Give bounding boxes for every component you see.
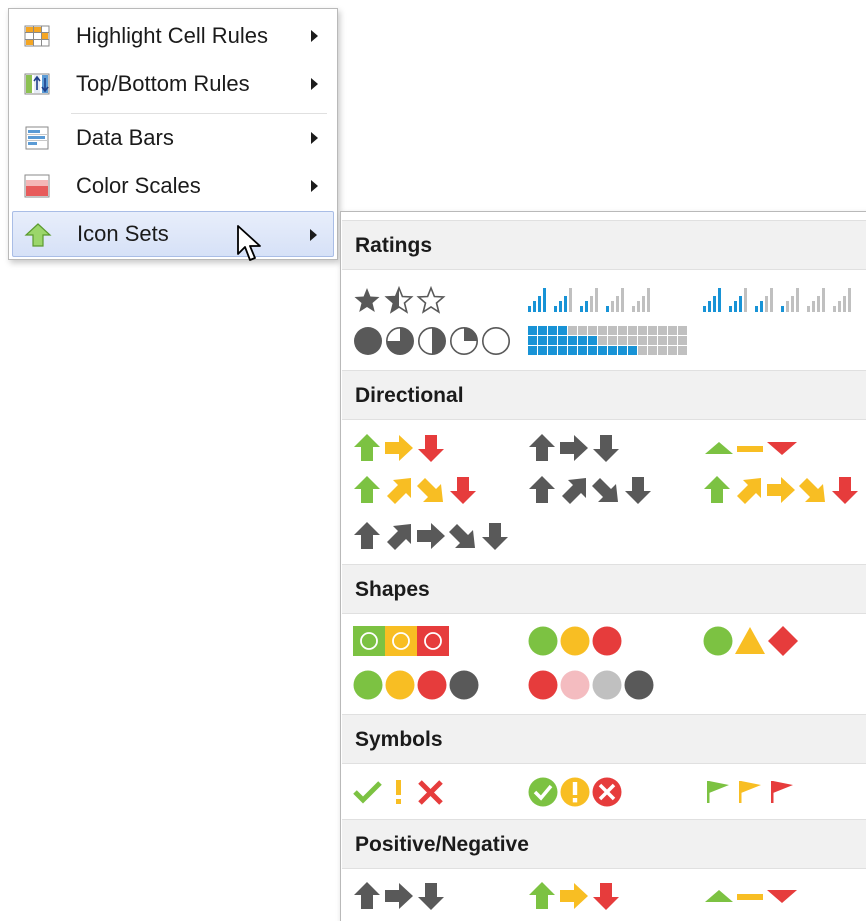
icon-set-3-traffic-lights[interactable] [528, 626, 628, 656]
group-title: Ratings [355, 234, 433, 257]
highlight-cell-rules-icon [24, 25, 50, 47]
icon-set-3-symbols-uncircled[interactable] [353, 777, 453, 807]
icon-set-5-boxes[interactable] [528, 326, 688, 356]
group-title: Positive/Negative [355, 833, 529, 856]
traffic-lights-rimmed-icon [353, 626, 449, 656]
group-header-ratings: Ratings [342, 220, 866, 270]
menu-separator [71, 113, 327, 114]
color-scales-icon [24, 174, 50, 198]
arrows-gray-icon [529, 476, 651, 504]
icon-set-5-signal-bars[interactable] [703, 284, 863, 314]
menu-item-color-scales[interactable]: Color Scales [12, 163, 334, 209]
signs-icon [703, 626, 798, 656]
arrows-colored-icon [529, 882, 619, 910]
group-header-positive-negative: Positive/Negative [342, 819, 866, 869]
arrows-colored-icon [704, 476, 858, 504]
icon-set-4-arrows-gray[interactable] [528, 475, 660, 505]
group-header-shapes: Shapes [342, 564, 866, 614]
group-title: Shapes [355, 578, 430, 601]
icon-set-3-arrows-colored[interactable] [353, 433, 453, 463]
arrows-gray-icon [529, 434, 619, 462]
group-header-directional: Directional [342, 370, 866, 420]
icon-set-3-signs[interactable] [703, 626, 803, 656]
arrows-gray-icon [354, 882, 444, 910]
traffic-lights-icon [528, 626, 622, 656]
submenu-arrow-icon [311, 132, 318, 144]
group-header-symbols: Symbols [342, 714, 866, 764]
icon-set-4-red-to-black[interactable] [528, 670, 660, 700]
icon-set-3-triangles-posneg[interactable] [703, 881, 803, 911]
menu-item-label: Highlight Cell Rules [76, 23, 268, 48]
menu-item-label: Color Scales [76, 173, 201, 198]
symbols-circled-icon [528, 777, 622, 807]
boxes-icon [528, 326, 687, 355]
icon-set-5-arrows-gray[interactable] [353, 521, 513, 551]
data-bars-icon [25, 126, 49, 150]
icon-set-3-symbols-circled[interactable] [528, 777, 628, 807]
triangles-icon [705, 442, 797, 455]
icon-set-3-stars[interactable] [353, 285, 449, 315]
signal-bars-icon [528, 288, 650, 312]
menu-item-highlight-cell-rules[interactable]: Highlight Cell Rules [12, 13, 334, 59]
top-bottom-rules-icon [24, 73, 50, 95]
mouse-cursor-icon [237, 225, 261, 261]
icon-set-3-arrows-colored-posneg[interactable] [528, 881, 628, 911]
triangles-icon [705, 890, 797, 903]
group-title: Directional [355, 384, 464, 407]
submenu-arrow-icon [311, 180, 318, 192]
icon-set-5-quarters[interactable] [353, 326, 513, 356]
quarters-icon [354, 327, 511, 355]
menu-item-top-bottom-rules[interactable]: Top/Bottom Rules [12, 61, 334, 107]
arrows-colored-icon [354, 476, 476, 504]
conditional-formatting-menu: Highlight Cell Rules Top/Bottom Rules Da… [8, 8, 338, 260]
submenu-arrow-icon [311, 78, 318, 90]
menu-item-icon-sets[interactable]: Icon Sets [12, 211, 334, 257]
icon-sets-icon [24, 223, 52, 247]
group-title: Symbols [355, 728, 443, 751]
icon-set-4-traffic-lights[interactable] [353, 670, 485, 700]
signal-bars-icon [703, 288, 851, 312]
icon-set-3-arrows-gray-posneg[interactable] [353, 881, 453, 911]
arrows-gray-icon [354, 522, 508, 550]
stars-icon [354, 286, 446, 314]
icon-set-5-arrows-colored[interactable] [703, 475, 863, 505]
submenu-arrow-icon [310, 229, 317, 241]
menu-item-label: Top/Bottom Rules [76, 71, 250, 96]
menu-item-data-bars[interactable]: Data Bars [12, 115, 334, 161]
symbols-uncircled-icon [353, 780, 443, 805]
icon-set-3-arrows-gray[interactable] [528, 433, 628, 463]
icon-set-3-flags[interactable] [703, 777, 803, 807]
submenu-arrow-icon [311, 30, 318, 42]
menu-item-label: Data Bars [76, 125, 174, 150]
icon-sets-gallery: Ratings Directional Shapes Symbols Posit… [340, 211, 866, 921]
arrows-colored-icon [354, 434, 444, 462]
red-to-black-icon [528, 670, 654, 700]
flags-icon [707, 781, 793, 803]
icon-set-4-arrows-colored[interactable] [353, 475, 485, 505]
icon-set-3-traffic-lights-rimmed[interactable] [353, 626, 453, 656]
traffic-lights-icon [353, 670, 479, 700]
icon-set-3-triangles[interactable] [703, 433, 803, 463]
icon-set-4-signal-bars[interactable] [528, 284, 658, 314]
menu-item-label: Icon Sets [77, 221, 169, 246]
